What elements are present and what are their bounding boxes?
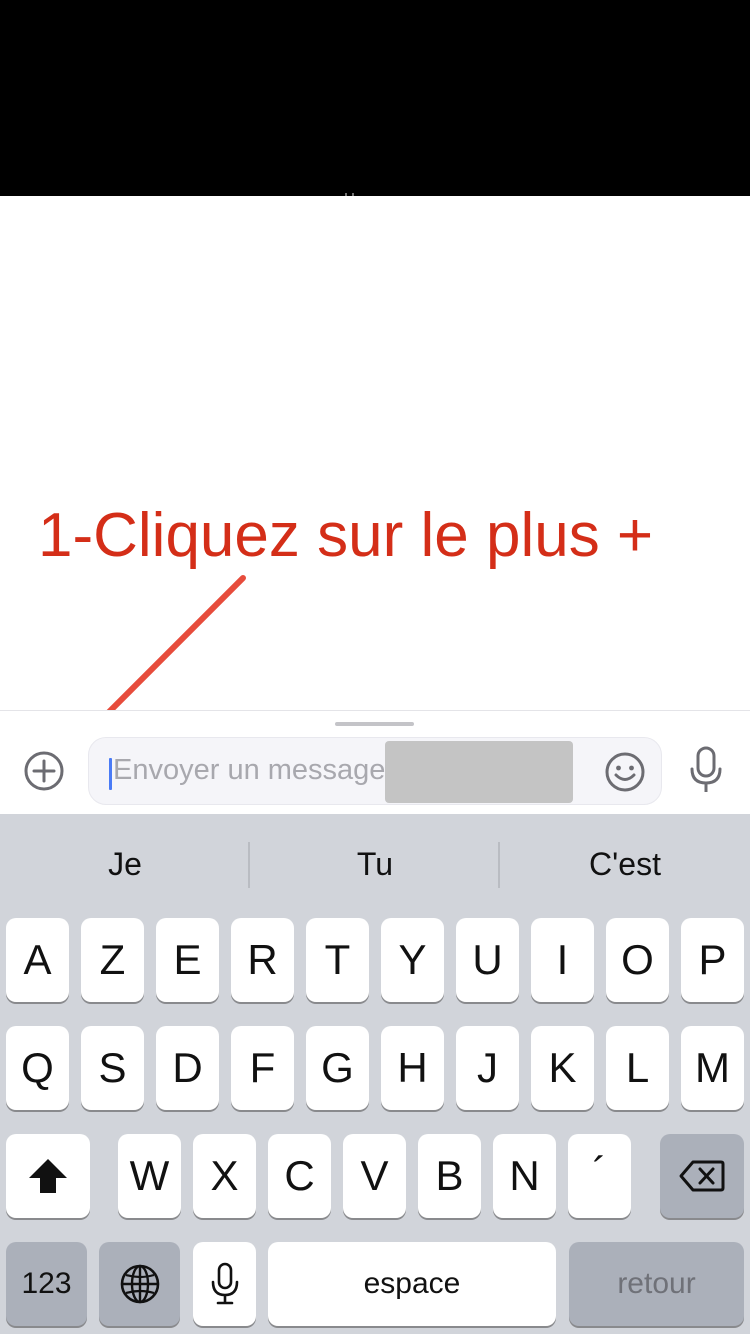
key-n[interactable]: N — [493, 1134, 556, 1218]
key-h[interactable]: H — [381, 1026, 444, 1110]
drag-handle[interactable] — [335, 722, 414, 726]
space-key[interactable]: espace — [268, 1242, 556, 1326]
key-f[interactable]: F — [231, 1026, 294, 1110]
key-w[interactable]: W — [118, 1134, 181, 1218]
dictation-icon — [211, 1262, 238, 1305]
key-l[interactable]: L — [606, 1026, 669, 1110]
key-p[interactable]: P — [681, 918, 744, 1002]
key-s[interactable]: S — [81, 1026, 144, 1110]
plus-circle-icon[interactable] — [22, 749, 66, 793]
key-i[interactable]: I — [531, 918, 594, 1002]
key-m[interactable]: M — [681, 1026, 744, 1110]
key-acute-accent[interactable]: ´ — [568, 1134, 631, 1218]
dictation-key[interactable] — [193, 1242, 256, 1326]
chat-area — [0, 196, 750, 710]
key-v[interactable]: V — [343, 1134, 406, 1218]
key-o[interactable]: O — [606, 918, 669, 1002]
key-t[interactable]: T — [306, 918, 369, 1002]
keyboard: Je Tu C'est A Z E R T Y U I O P Q S D F … — [0, 814, 750, 1334]
key-g[interactable]: G — [306, 1026, 369, 1110]
key-e[interactable]: E — [156, 918, 219, 1002]
key-k[interactable]: K — [531, 1026, 594, 1110]
message-input[interactable]: Envoyer un message — [88, 737, 662, 805]
key-c[interactable]: C — [268, 1134, 331, 1218]
text-caret — [109, 758, 112, 790]
return-key[interactable]: retour — [569, 1242, 744, 1326]
backspace-icon — [679, 1160, 725, 1192]
key-a[interactable]: A — [6, 918, 69, 1002]
key-q[interactable]: Q — [6, 1026, 69, 1110]
key-b[interactable]: B — [418, 1134, 481, 1218]
suggestion-je[interactable]: Je — [0, 814, 250, 914]
instruction-annotation: 1-Cliquez sur le plus + — [38, 501, 654, 570]
key-u[interactable]: U — [456, 918, 519, 1002]
key-y[interactable]: Y — [381, 918, 444, 1002]
suggestion-cest[interactable]: C'est — [500, 814, 750, 914]
shift-key[interactable] — [6, 1134, 90, 1218]
globe-icon — [120, 1264, 159, 1304]
suggestion-bar: Je Tu C'est — [0, 814, 750, 914]
key-d[interactable]: D — [156, 1026, 219, 1110]
message-placeholder: Envoyer un message — [113, 754, 386, 786]
key-r[interactable]: R — [231, 918, 294, 1002]
shift-icon — [29, 1159, 67, 1193]
suggestion-tu[interactable]: Tu — [250, 814, 500, 914]
microphone-icon[interactable] — [686, 745, 726, 795]
globe-key[interactable] — [99, 1242, 180, 1326]
numbers-key[interactable]: 123 — [6, 1242, 87, 1326]
key-x[interactable]: X — [193, 1134, 256, 1218]
key-z[interactable]: Z — [81, 918, 144, 1002]
emoji-icon[interactable] — [603, 750, 647, 794]
key-j[interactable]: J — [456, 1026, 519, 1110]
backspace-key[interactable] — [660, 1134, 744, 1218]
top-black-bar — [0, 0, 750, 196]
message-composer: Envoyer un message — [0, 710, 750, 814]
redacted-region — [385, 741, 573, 803]
